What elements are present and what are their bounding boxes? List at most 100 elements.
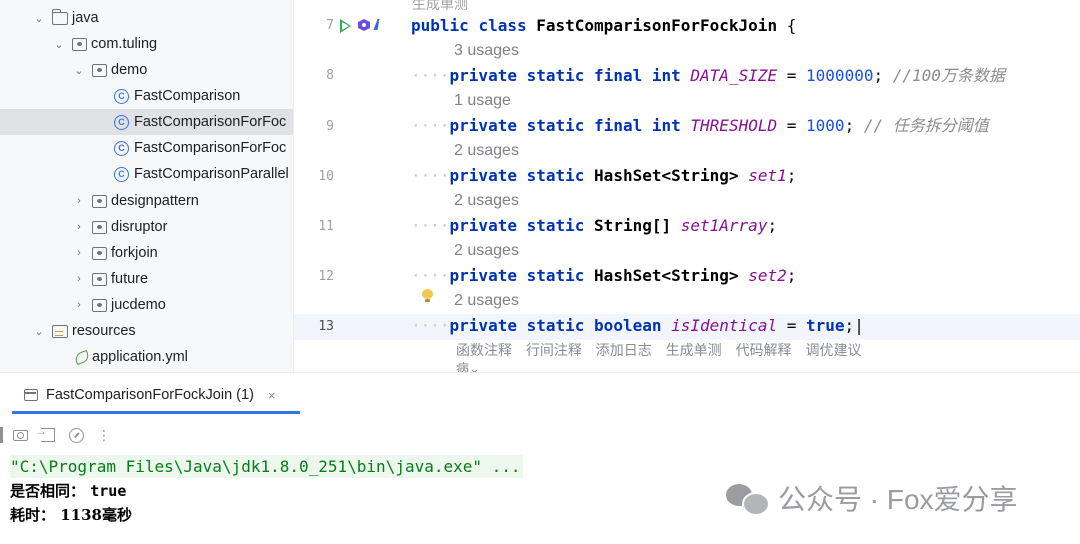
package-icon (92, 246, 107, 260)
tree-item-designpattern[interactable]: › designpattern (0, 188, 294, 214)
watermark-text: 公众号 · Fox爱分享 (778, 484, 1018, 515)
action-generate-test[interactable]: 生成单测 (666, 342, 722, 358)
tree-item-label: jucdemo (111, 297, 166, 313)
tree-item-fastcomparisonparallel[interactable]: C FastComparisonParallel (0, 161, 294, 187)
tree-item-fastcomparisonforfockjoin[interactable]: C FastComparisonForFoc (0, 109, 294, 135)
line-number: 11 (318, 219, 334, 234)
screenshot-button[interactable] (9, 424, 31, 446)
run-toolbar: ⋮ (0, 423, 115, 447)
project-tree: ⌄ java ⌄ com.tuling ⌄ demo C FastCompari… (0, 0, 294, 372)
tree-item-label: FastComparisonForFoc (134, 140, 287, 156)
chevron-right-icon[interactable]: › (72, 273, 86, 285)
usages-hint[interactable]: 2 usages (454, 142, 519, 160)
chevron-down-icon: ⌄ (469, 361, 480, 372)
tree-item-label: disruptor (111, 219, 168, 235)
tree-item-label: forkjoin (111, 245, 158, 261)
tree-item-label: FastComparison (134, 88, 241, 104)
tree-item-label: FastComparisonParallel (134, 166, 289, 182)
close-icon[interactable]: × (268, 388, 276, 403)
package-icon (92, 63, 107, 77)
action-explain-code[interactable]: 代码解释 (736, 342, 792, 358)
tree-item-demo[interactable]: ⌄ demo (0, 57, 294, 83)
tree-item-future[interactable]: › future (0, 266, 294, 292)
chevron-right-icon[interactable]: › (72, 299, 86, 311)
text-caret: | (854, 316, 864, 335)
tree-item-forkjoin[interactable]: › forkjoin (0, 240, 294, 266)
chevron-right-icon[interactable]: › (72, 221, 86, 233)
tree-item-jucdemo[interactable]: › jucdemo (0, 292, 294, 318)
code-editor[interactable]: 生成单测 7 /i public class FastComparisonFor… (294, 0, 1080, 372)
action-line-comment[interactable]: 行间注释 (526, 342, 582, 358)
login-icon (35, 424, 55, 442)
usages-hint[interactable]: 2 usages (454, 192, 519, 210)
line-number: 8 (326, 68, 334, 83)
tree-item-java[interactable]: ⌄ java (0, 5, 294, 31)
console-command-line: "C:\Program Files\Java\jdk1.8.0_251\bin\… (10, 455, 523, 478)
class-icon: C (114, 140, 129, 156)
tree-item-com-tuling[interactable]: ⌄ com.tuling (0, 31, 294, 57)
class-icon: C (114, 114, 129, 130)
plugin-hex-icon[interactable] (358, 19, 370, 31)
ai-actions-bar: 函数注释 行间注释 添加日志 生成单测 代码解释 调优建议 (456, 340, 871, 360)
line-number: 10 (318, 169, 334, 184)
class-icon: C (114, 166, 129, 182)
tree-item-label: resources (72, 323, 136, 339)
chevron-down-icon[interactable]: ⌄ (32, 12, 46, 25)
chevron-right-icon[interactable]: › (72, 195, 86, 207)
line-number: 12 (318, 269, 334, 284)
code-line-set2: ····private static HashSet<String> set2; (411, 266, 797, 285)
ai-assistant-icon[interactable]: /i (374, 17, 380, 34)
lightbulb-icon[interactable] (422, 289, 433, 303)
folder-icon (51, 8, 68, 25)
tree-item-label: FastComparisonForFoc (134, 114, 287, 130)
class-icon: C (114, 88, 129, 104)
chevron-down-icon[interactable]: ⌄ (52, 38, 66, 51)
code-line-set1array: ····private static String[] set1Array; (411, 216, 778, 235)
package-icon (92, 194, 107, 208)
toolbar-edge (0, 427, 3, 443)
tree-item-fastcomparison[interactable]: C FastComparison (0, 83, 294, 109)
code-line-isidentical: ····private static boolean isIdentical =… (411, 316, 864, 335)
code-line-threshold: ····private static final int THRESHOLD =… (411, 116, 989, 135)
active-tab-indicator (12, 411, 300, 414)
console-tab-icon (24, 389, 38, 401)
import-button[interactable] (35, 424, 59, 446)
tree-item-fastcomparisonforfoc[interactable]: C FastComparisonForFoc (0, 135, 294, 161)
more-options-button[interactable]: ⋮ (93, 424, 115, 446)
usages-hint[interactable]: 2 usages (454, 242, 519, 260)
action-optimize[interactable]: 调优建议 (805, 342, 861, 358)
chevron-down-icon[interactable]: ⌄ (32, 325, 46, 338)
package-icon (92, 298, 107, 312)
action-add-log[interactable]: 添加日志 (596, 342, 652, 358)
line-number: 9 (326, 119, 334, 134)
resources-folder-icon (52, 324, 68, 338)
run-tab[interactable]: FastComparisonForFockJoin (1) × (24, 382, 276, 408)
gauge-icon (68, 427, 84, 443)
chevron-right-icon[interactable]: › (72, 247, 86, 259)
tree-item-label: application.yml (92, 349, 188, 365)
code-vision-hint[interactable]: 生成单测 (412, 0, 468, 14)
usages-hint[interactable]: 1 usage (454, 92, 511, 110)
chevron-down-icon[interactable]: ⌄ (72, 64, 86, 77)
line-number: 7 (326, 18, 334, 33)
profiler-button[interactable] (65, 424, 87, 446)
line-number: 13 (318, 319, 334, 334)
code-line-class-declaration: public class FastComparisonForFockJoin { (411, 16, 797, 35)
action-function-comment[interactable]: 函数注释 (456, 342, 512, 358)
usages-hint[interactable]: 3 usages (454, 42, 519, 60)
tree-item-application-yml[interactable]: application.yml (0, 344, 294, 370)
watermark: 公众号 · Fox爱分享 (726, 477, 1018, 519)
run-icon[interactable] (340, 19, 351, 33)
tree-item-resources[interactable]: ⌄ resources (0, 318, 294, 344)
actions-more[interactable]: 病⌄ (456, 358, 480, 372)
usages-hint[interactable]: 2 usages (454, 292, 519, 310)
tree-item-disruptor[interactable]: › disruptor (0, 214, 294, 240)
tree-item-label: com.tuling (91, 36, 158, 52)
tree-item-label: java (72, 10, 99, 26)
tree-item-label: designpattern (111, 193, 199, 209)
package-icon (92, 220, 107, 234)
wechat-logo-icon (726, 480, 770, 516)
package-icon (92, 272, 107, 286)
code-line-set1: ····private static HashSet<String> set1; (411, 166, 797, 185)
package-icon (72, 37, 87, 51)
